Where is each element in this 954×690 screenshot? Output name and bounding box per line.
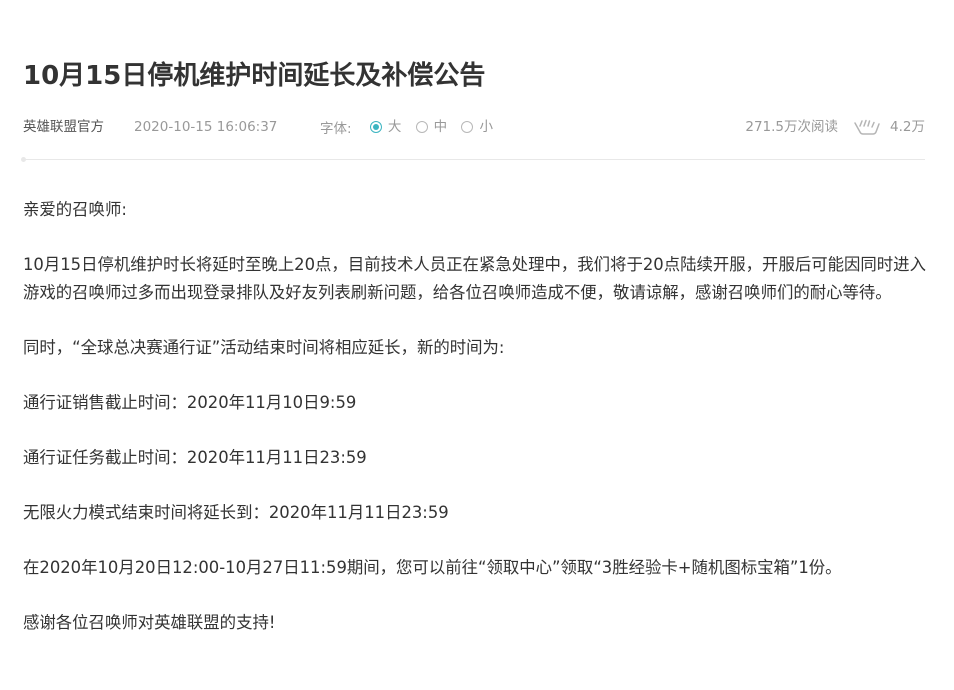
body-paragraph: 通行证任务截止时间：2020年11月11日23:59 xyxy=(23,448,367,467)
radio-unchecked-icon xyxy=(415,121,428,133)
author-name[interactable]: 英雄联盟官方 xyxy=(23,117,104,137)
font-size-medium-label: 中 xyxy=(433,119,448,135)
radio-unchecked-icon xyxy=(461,121,474,133)
header-divider xyxy=(23,159,925,160)
font-size-medium-option[interactable]: 中 xyxy=(415,117,448,137)
body-paragraph: 无限火力模式结束时间将延长到：2020年11月11日23:59 xyxy=(23,503,449,522)
font-size-large-option[interactable]: 大 xyxy=(369,117,402,137)
article-title: 10月15日停机维护时间延长及补偿公告 xyxy=(23,61,486,91)
radio-checked-icon xyxy=(369,121,382,133)
publish-datetime: 2020-10-15 16:06:37 xyxy=(134,119,278,135)
body-paragraph: 通行证销售截止时间：2020年11月10日9:59 xyxy=(23,393,357,412)
like-button[interactable]: 4.2万 xyxy=(854,117,925,137)
thumbs-up-icon xyxy=(854,119,880,135)
article-page: 10月15日停机维护时间延长及补偿公告 英雄联盟官方 2020-10-15 16… xyxy=(0,0,954,690)
font-size-small-label: 小 xyxy=(479,119,493,135)
like-count: 4.2万 xyxy=(890,119,925,135)
font-size-large-label: 大 xyxy=(387,119,402,135)
article-body: 亲爱的召唤师: 10月15日停机维护时长将延时至晚上20点，目前技术人员正在紧急… xyxy=(23,196,933,664)
body-paragraph: 10月15日停机维护时长将延时至晚上20点，目前技术人员正在紧急处理中，我们将于… xyxy=(23,255,926,302)
article-meta: 英雄联盟官方 2020-10-15 16:06:37 字体: 大 中 小 271… xyxy=(23,117,925,137)
body-paragraph: 亲爱的召唤师: xyxy=(23,200,127,219)
body-paragraph: 感谢各位召唤师对英雄联盟的支持! xyxy=(23,613,276,632)
body-paragraph: 同时，“全球总决赛通行证”活动结束时间将相应延长，新的时间为: xyxy=(23,338,505,357)
font-size-selector: 字体: 大 中 小 xyxy=(320,117,503,137)
font-size-label: 字体: xyxy=(320,121,352,137)
body-paragraph: 在2020年10月20日12:00-10月27日11:59期间，您可以前往“领取… xyxy=(23,558,842,577)
view-count: 271.5万次阅读 xyxy=(745,119,839,135)
article-stats: 271.5万次阅读 4.2万 xyxy=(745,117,925,137)
font-size-small-option[interactable]: 小 xyxy=(461,117,493,137)
